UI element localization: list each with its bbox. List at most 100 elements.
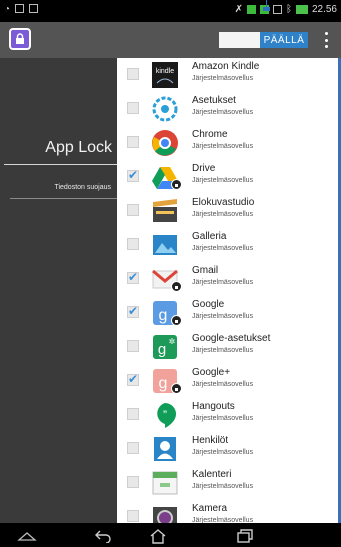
svg-text:kindle: kindle (156, 68, 174, 75)
hangouts-icon: ” (157, 403, 176, 428)
app-name: Chrome (192, 129, 228, 140)
settings-icon (152, 96, 178, 122)
app-name: Kamera (192, 503, 228, 514)
overflow-menu-icon[interactable] (321, 30, 331, 50)
lock-badge-icon (171, 179, 182, 190)
people-icon (154, 437, 176, 461)
app-name: Elokuvastudio (192, 197, 255, 208)
bluetooth-icon: ᛒ (285, 4, 292, 15)
app-checkbox[interactable] (127, 168, 139, 182)
svg-text:g: g (159, 307, 168, 324)
app-name: Kalenteri (192, 469, 232, 480)
list-item[interactable]: Henkilöt Järjestelmäsovellus (117, 432, 341, 466)
movie-studio-icon (153, 199, 177, 222)
list-item[interactable]: kindle Amazon Kindle Järjestelmäsovellus (117, 58, 341, 92)
app-checkbox[interactable] (127, 304, 139, 318)
svg-text:”: ” (163, 408, 167, 422)
app-type: Järjestelmäsovellus (192, 415, 254, 422)
app-type: Järjestelmäsovellus (192, 109, 254, 116)
list-item[interactable]: Kamera Järjestelmäsovellus (117, 500, 341, 523)
list-item[interactable]: Gmail Järjestelmäsovellus (117, 262, 341, 296)
app-checkbox[interactable] (127, 102, 139, 114)
app-checkbox[interactable] (127, 510, 139, 522)
list-item[interactable]: Asetukset Järjestelmäsovellus (117, 92, 341, 126)
google-settings-icon: g ✲ (153, 335, 177, 359)
list-item[interactable]: g Google+ Järjestelmäsovellus (117, 364, 341, 398)
app-checkbox[interactable] (127, 204, 139, 216)
status-left-icons: ◔ (4, 4, 39, 15)
sidebar-item-app-lock[interactable]: App Lock (0, 139, 112, 157)
app-checkbox[interactable] (127, 442, 139, 454)
app-name: Asetukset (192, 95, 236, 106)
app-type: Järjestelmäsovellus (192, 143, 254, 150)
app-name: Galleria (192, 231, 227, 242)
app-checkbox[interactable] (127, 238, 139, 250)
app-lock-icon[interactable] (9, 28, 31, 50)
app-list[interactable]: kindle Amazon Kindle Järjestelmäsovellus As… (117, 58, 341, 523)
list-item[interactable]: ” Hangouts Järjestelmäsovellus (117, 398, 341, 432)
list-item[interactable]: g ✲ Google-asetukset Järjestelmäsovellus (117, 330, 341, 364)
list-item[interactable]: g Google Järjestelmäsovellus (117, 296, 341, 330)
app-name: Amazon Kindle (192, 61, 260, 72)
lock-badge-icon (171, 315, 182, 326)
status-bar: ◔ ✗ ᛒ 22.56 (0, 0, 341, 22)
chrome-icon (152, 130, 178, 156)
kindle-icon: kindle (152, 62, 178, 88)
callout-marker (263, 7, 270, 11)
app-name: Google (192, 299, 225, 310)
svg-text:g: g (158, 341, 166, 358)
app-type: Järjestelmäsovellus (192, 245, 254, 252)
list-item[interactable]: Galleria Järjestelmäsovellus (117, 228, 341, 262)
app-checkbox[interactable] (127, 340, 139, 352)
toggle-on-label[interactable]: PÄÄLLÄ (260, 32, 308, 48)
list-item[interactable]: Chrome Järjestelmäsovellus (117, 126, 341, 160)
recent-apps-icon[interactable] (232, 528, 258, 544)
back-icon[interactable] (90, 528, 116, 544)
app-type: Järjestelmäsovellus (192, 483, 254, 490)
app-checkbox[interactable] (127, 68, 139, 80)
image-icon (29, 4, 39, 13)
wifi-icon: ◔ (4, 4, 11, 15)
sidebar-divider (10, 198, 117, 199)
screen-icon (272, 5, 282, 14)
svg-text:g: g (159, 375, 168, 392)
clock: 22.56 (311, 4, 337, 15)
app-name: Google+ (192, 367, 231, 378)
app-checkbox[interactable] (127, 270, 139, 284)
app-checkbox[interactable] (127, 136, 139, 148)
app-checkbox[interactable] (127, 476, 139, 488)
lock-badge-icon (171, 383, 182, 394)
calendar-icon (152, 471, 178, 495)
svg-text:✲: ✲ (169, 337, 176, 346)
lock-badge-icon (171, 281, 182, 292)
list-item[interactable]: Elokuvastudio Järjestelmäsovellus (117, 194, 341, 228)
sidebar-divider (4, 164, 117, 165)
app-type: Järjestelmäsovellus (192, 313, 254, 320)
app-type: Järjestelmäsovellus (192, 75, 254, 82)
gallery-icon (153, 235, 177, 255)
app-name: Gmail (192, 265, 219, 276)
app-name: Henkilöt (192, 435, 229, 446)
app-type: Järjestelmäsovellus (192, 211, 254, 218)
app-name: Hangouts (192, 401, 235, 412)
app-checkbox[interactable] (127, 372, 139, 386)
home-icon[interactable] (145, 528, 171, 544)
app-checkbox[interactable] (127, 408, 139, 420)
camera-icon (153, 507, 177, 523)
toggle-off-area[interactable] (219, 32, 260, 48)
status-right-icons: ✗ ᛒ 22.56 (235, 4, 337, 15)
app-type: Järjestelmäsovellus (192, 279, 254, 286)
app-name: Drive (192, 163, 216, 174)
app-type: Järjestelmäsovellus (192, 347, 254, 354)
app-status-icon (246, 5, 256, 14)
app-type: Järjestelmäsovellus (192, 177, 254, 184)
app-name: Google-asetukset (192, 333, 271, 344)
file-icon (15, 4, 25, 13)
signal-icon: ✗ (234, 4, 243, 15)
battery-icon (295, 5, 308, 14)
app-lock-toggle[interactable]: PÄÄLLÄ (219, 32, 308, 48)
sidebar-item-file-protection[interactable]: Tiedoston suojaus (0, 184, 111, 191)
list-item[interactable]: Kalenteri Järjestelmäsovellus (117, 466, 341, 500)
list-item[interactable]: Drive Järjestelmäsovellus (117, 160, 341, 194)
collapse-icon[interactable] (14, 528, 40, 544)
